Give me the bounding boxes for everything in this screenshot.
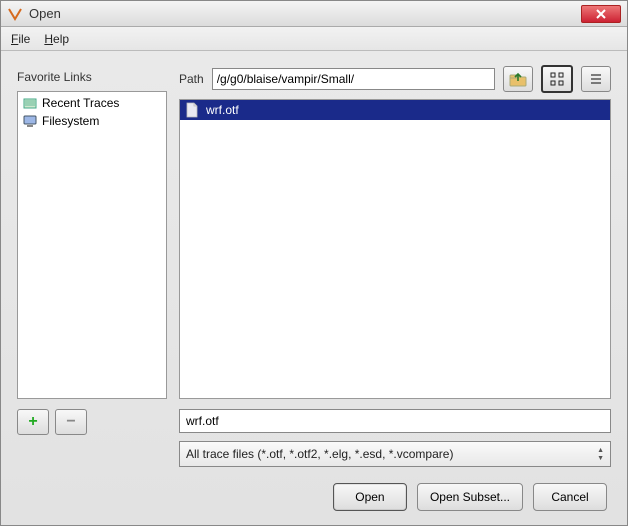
open-button[interactable]: Open (333, 483, 407, 511)
open-subset-button[interactable]: Open Subset... (417, 483, 523, 511)
favorite-item-label: Recent Traces (42, 96, 119, 110)
favorites-label: Favorite Links (17, 65, 167, 89)
window-title: Open (29, 6, 581, 21)
file-icon (184, 102, 200, 118)
favorite-item-filesystem[interactable]: Filesystem (20, 112, 164, 130)
file-list[interactable]: wrf.otf (179, 99, 611, 399)
titlebar: Open (1, 1, 627, 27)
favorite-item-recent[interactable]: Recent Traces (20, 94, 164, 112)
favorite-item-label: Filesystem (42, 114, 99, 128)
close-button[interactable] (581, 5, 621, 23)
list-view-button[interactable] (581, 66, 611, 92)
menubar: File Help (1, 27, 627, 51)
file-item[interactable]: wrf.otf (180, 100, 610, 120)
icon-view-button[interactable] (541, 65, 573, 93)
dialog-body: Favorite Links Recent Traces (1, 51, 627, 525)
filename-input[interactable] (179, 409, 611, 433)
file-name: wrf.otf (206, 103, 239, 117)
file-type-filter[interactable]: All trace files (*.otf, *.otf2, *.elg, *… (179, 441, 611, 467)
add-favorite-button[interactable]: + (17, 409, 49, 435)
recent-traces-icon (22, 95, 38, 111)
remove-favorite-button[interactable]: − (55, 409, 87, 435)
menu-help[interactable]: Help (44, 32, 69, 46)
favorites-list: Recent Traces Filesystem (17, 91, 167, 399)
filter-label: All trace files (*.otf, *.otf2, *.elg, *… (186, 447, 453, 461)
parent-folder-button[interactable] (503, 66, 533, 92)
path-input[interactable] (212, 68, 495, 90)
app-icon (7, 6, 23, 22)
menu-file[interactable]: File (11, 32, 30, 46)
filesystem-icon (22, 113, 38, 129)
cancel-button[interactable]: Cancel (533, 483, 607, 511)
dropdown-arrows-icon: ▲▼ (597, 447, 604, 462)
dialog-buttons: Open Open Subset... Cancel (17, 483, 611, 511)
path-label: Path (179, 72, 204, 86)
open-dialog: Open File Help Favorite Links (0, 0, 628, 526)
